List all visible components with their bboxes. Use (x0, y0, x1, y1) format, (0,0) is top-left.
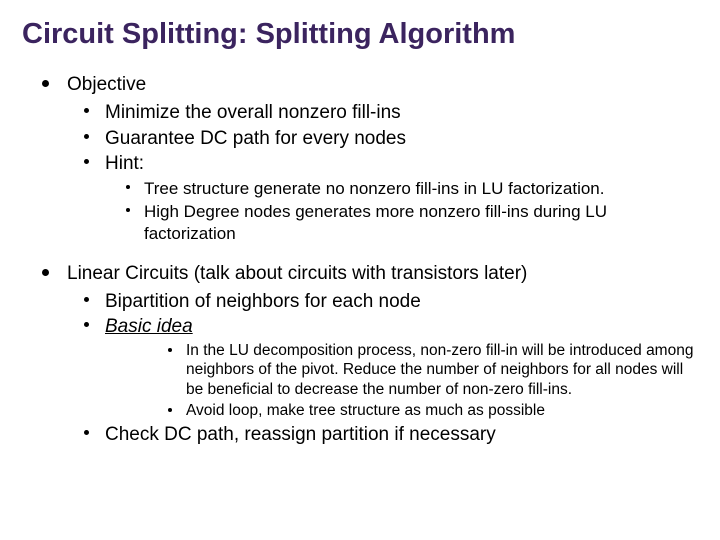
bullet-icon (84, 134, 89, 139)
bullet-icon (84, 297, 89, 302)
bullet-icon (84, 108, 89, 113)
item-text: In the LU decomposition process, non-zer… (186, 341, 698, 399)
list-item: Linear Circuits (talk about circuits wit… (42, 262, 698, 286)
item-text: Linear Circuits (talk about circuits wit… (67, 262, 527, 286)
item-text: Hint: (105, 152, 144, 176)
bullet-icon (42, 269, 49, 276)
list-item: Basic idea (84, 315, 698, 339)
list-item: In the LU decomposition process, non-zer… (168, 341, 698, 399)
item-text: Avoid loop, make tree structure as much … (186, 401, 545, 420)
slide-title: Circuit Splitting: Splitting Algorithm (22, 18, 698, 51)
item-text: Objective (67, 73, 146, 97)
bullet-icon (84, 322, 89, 327)
list-item: Guarantee DC path for every nodes (84, 127, 698, 151)
item-text: Basic idea (105, 315, 193, 339)
bullet-icon (84, 159, 89, 164)
item-text: Tree structure generate no nonzero fill-… (144, 178, 605, 199)
bullet-icon (126, 185, 130, 189)
bullet-icon (168, 348, 172, 352)
list-item: Bipartition of neighbors for each node (84, 290, 698, 314)
list-item: Avoid loop, make tree structure as much … (168, 401, 698, 420)
bullet-icon (126, 208, 130, 212)
bullet-icon (84, 430, 89, 435)
list-item: High Degree nodes generates more nonzero… (126, 201, 698, 244)
bullet-icon (168, 408, 172, 412)
list-item: Objective (42, 73, 698, 97)
item-text: Check DC path, reassign partition if nec… (105, 423, 496, 447)
list-item: Minimize the overall nonzero fill-ins (84, 101, 698, 125)
item-text: High Degree nodes generates more nonzero… (144, 201, 698, 244)
list-item: Hint: (84, 152, 698, 176)
item-text: Minimize the overall nonzero fill-ins (105, 101, 401, 125)
list-item: Tree structure generate no nonzero fill-… (126, 178, 698, 199)
item-text: Bipartition of neighbors for each node (105, 290, 421, 314)
list-item: Check DC path, reassign partition if nec… (84, 423, 698, 447)
item-text: Guarantee DC path for every nodes (105, 127, 406, 151)
bullet-icon (42, 80, 49, 87)
